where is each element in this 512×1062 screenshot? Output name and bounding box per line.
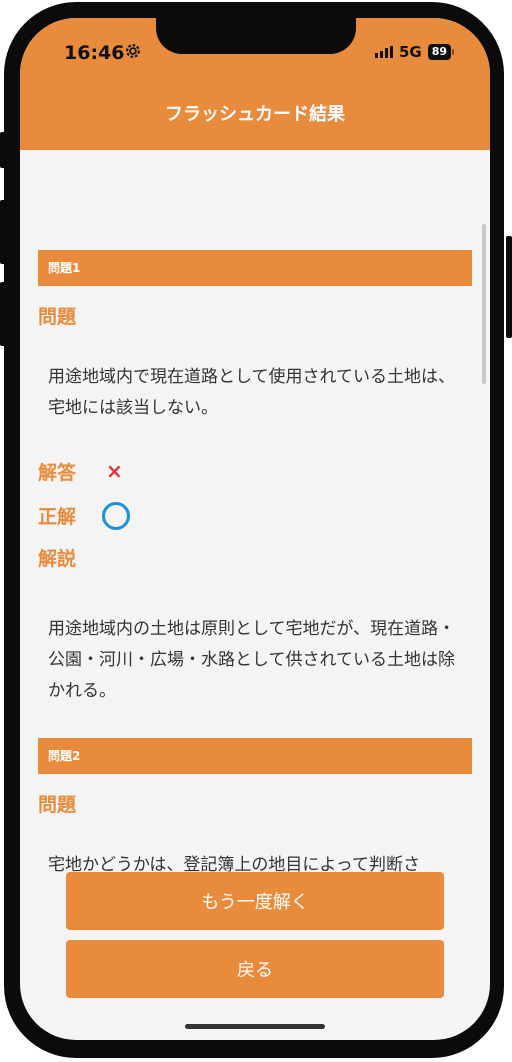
app-header: 16:46 5G 89 フラッシュカード結果 bbox=[20, 18, 490, 150]
side-button-right bbox=[506, 236, 512, 338]
status-indicators: 5G 89 bbox=[374, 43, 454, 61]
retry-button[interactable]: もう一度解く bbox=[66, 872, 444, 930]
question-1-explanation-text: 用途地域内の土地は原則として宅地だが、現在道路・公園・河川・広場・水路として供さ… bbox=[48, 619, 456, 701]
network-label: 5G bbox=[398, 43, 422, 61]
question-1-text: 用途地域内で現在道路として使用されている土地は、宅地には該当しない。 bbox=[48, 367, 455, 418]
battery-level: 89 bbox=[427, 44, 451, 60]
scrollbar[interactable] bbox=[482, 224, 486, 384]
correct-circle-icon bbox=[102, 502, 130, 530]
question-2-header: 問題2 bbox=[38, 738, 472, 774]
page-title: フラッシュカード結果 bbox=[165, 104, 345, 125]
question-1-correct-label: 正解 bbox=[38, 506, 77, 528]
screen: 16:46 5G 89 フラッシュカード結果 問題1 問題 用途地域内で現在道路… bbox=[20, 18, 490, 1040]
wrong-mark-icon: × bbox=[106, 459, 123, 483]
back-button[interactable]: 戻る bbox=[66, 940, 444, 998]
question-1-answer-label: 解答 bbox=[38, 462, 77, 484]
question-1-question-label: 問題 bbox=[38, 306, 77, 328]
status-time: 16:46 bbox=[64, 42, 125, 64]
home-indicator[interactable] bbox=[185, 1024, 325, 1029]
notch bbox=[156, 18, 356, 54]
phone-device: 16:46 5G 89 フラッシュカード結果 問題1 問題 用途地域内で現在道路… bbox=[0, 0, 512, 1062]
question-1-header: 問題1 bbox=[38, 250, 472, 286]
question-2-text: 宅地かどうかは、登記簿上の地目によって判断さ bbox=[48, 855, 420, 872]
gear-icon bbox=[126, 44, 140, 58]
question-1-explanation-label: 解説 bbox=[38, 548, 77, 570]
question-2-question-label: 問題 bbox=[38, 794, 77, 816]
battery-icon: 89 bbox=[427, 44, 454, 60]
signal-icon bbox=[374, 46, 393, 58]
